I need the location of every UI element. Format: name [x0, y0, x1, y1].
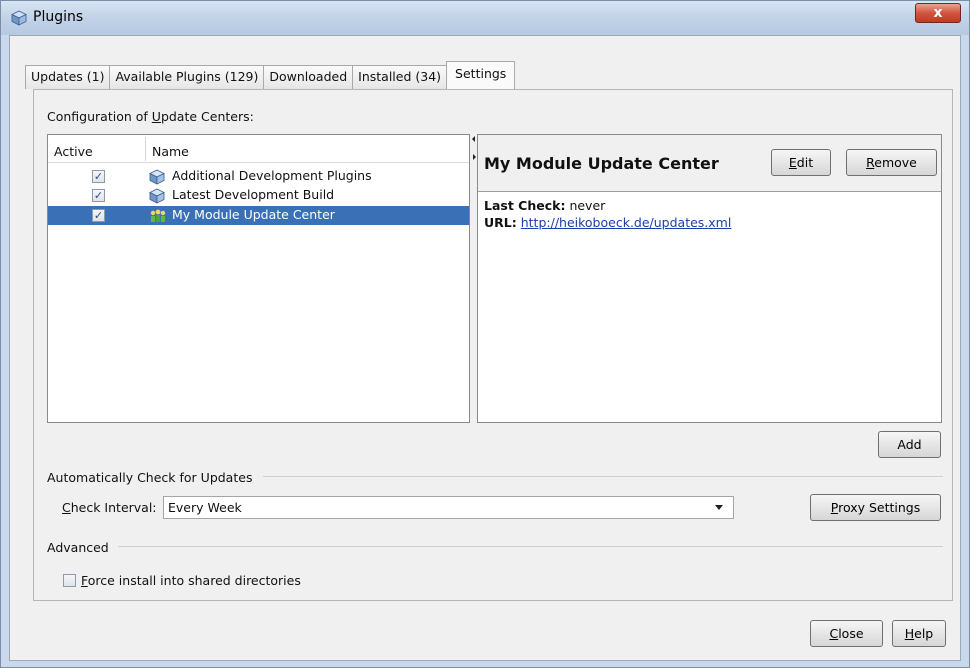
force-install-label[interactable]: Force install into shared directories	[81, 573, 301, 588]
table-row-selected[interactable]: ✓ My Module Update Center	[48, 206, 469, 225]
auto-check-section-label: Automatically Check for Updates	[47, 470, 253, 485]
last-check-label: Last Check:	[484, 198, 566, 213]
proxy-settings-button[interactable]: Proxy Settings	[810, 494, 941, 521]
edit-button[interactable]: Edit	[771, 149, 831, 176]
column-active[interactable]: Active	[54, 144, 93, 159]
update-center-detail: My Module Update Center Edit Remove Last…	[477, 134, 942, 423]
tab-strip: Updates (1) Available Plugins (129) Down…	[25, 61, 516, 89]
people-icon	[149, 208, 166, 224]
tab-installed[interactable]: Installed (34)	[352, 65, 448, 89]
tab-downloaded[interactable]: Downloaded	[263, 65, 354, 89]
check-interval-select[interactable]: Every Week	[163, 496, 734, 519]
title-bar[interactable]: Plugins x	[1, 1, 969, 35]
row-name: Additional Development Plugins	[172, 168, 372, 183]
close-button[interactable]: Close	[810, 620, 883, 647]
column-divider[interactable]	[145, 137, 146, 161]
cube-icon	[149, 169, 165, 185]
check-interval-label: Check Interval:	[62, 500, 157, 515]
config-label: Configuration of Update Centers:	[47, 109, 254, 124]
tab-settings[interactable]: Settings	[446, 61, 516, 89]
advanced-separator	[118, 546, 943, 547]
last-check-row: Last Check: never	[484, 198, 605, 213]
active-checkbox[interactable]: ✓	[92, 170, 105, 183]
window-close-button[interactable]: x	[915, 3, 961, 23]
table-header: Active Name	[48, 135, 469, 163]
last-check-value: never	[569, 198, 606, 213]
help-button[interactable]: Help	[892, 620, 946, 647]
update-center-url-link[interactable]: http://heikoboeck.de/updates.xml	[521, 215, 732, 230]
table-row[interactable]: ✓ Latest Development Build	[48, 186, 469, 205]
auto-check-separator	[263, 476, 943, 477]
row-name: Latest Development Build	[172, 187, 335, 202]
window-title: Plugins	[33, 9, 84, 25]
detail-header: My Module Update Center Edit Remove	[478, 135, 941, 192]
row-name: My Module Update Center	[172, 207, 335, 222]
chevron-down-icon	[715, 505, 723, 510]
column-name[interactable]: Name	[152, 144, 189, 159]
active-checkbox[interactable]: ✓	[92, 189, 105, 202]
cube-icon	[149, 188, 165, 204]
url-label: URL:	[484, 215, 517, 230]
tab-available-plugins[interactable]: Available Plugins (129)	[109, 65, 265, 89]
advanced-section-label: Advanced	[47, 540, 109, 555]
url-row: URL: http://heikoboeck.de/updates.xml	[484, 215, 731, 230]
table-row[interactable]: ✓ Additional Development Plugins	[48, 167, 469, 186]
update-centers-table: Active Name ✓ Additional Development Plu…	[47, 134, 470, 423]
check-interval-value: Every Week	[168, 500, 242, 515]
add-button[interactable]: Add	[878, 431, 941, 458]
remove-button[interactable]: Remove	[846, 149, 937, 176]
tab-updates[interactable]: Updates (1)	[25, 65, 111, 89]
force-install-checkbox[interactable]	[63, 574, 76, 587]
cube-icon	[11, 10, 27, 26]
close-icon: x	[933, 5, 943, 21]
detail-title: My Module Update Center	[484, 154, 719, 173]
active-checkbox[interactable]: ✓	[92, 209, 105, 222]
